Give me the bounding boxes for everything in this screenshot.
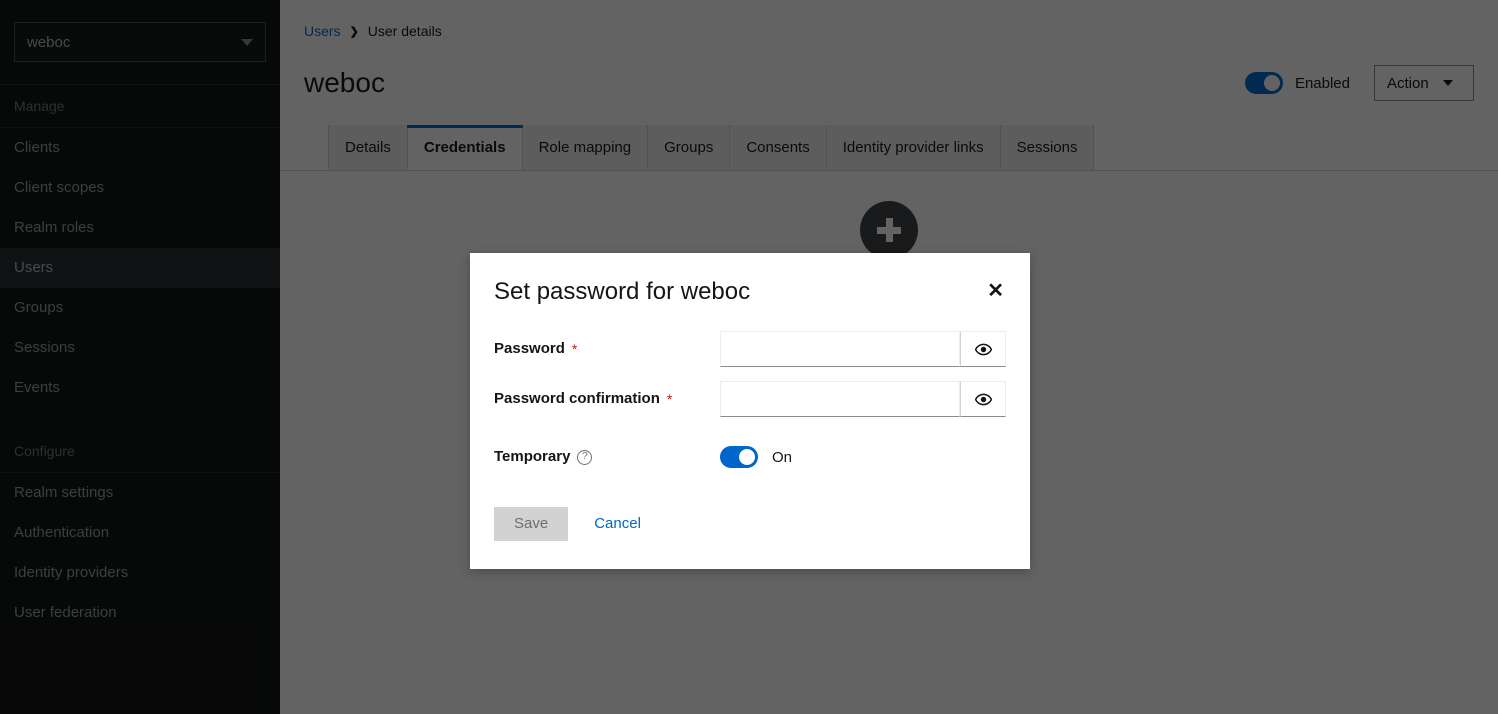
close-icon[interactable]: ✕	[985, 277, 1006, 305]
eye-icon[interactable]	[960, 331, 1006, 367]
password-input-group	[720, 331, 1006, 367]
temporary-field-row: Temporary ? On	[494, 439, 1006, 475]
password-label: Password *	[494, 340, 720, 358]
password-confirmation-label-text: Password confirmation	[494, 390, 660, 407]
password-label-text: Password	[494, 340, 565, 357]
keycloak-admin-console: weboc Manage Clients Client scopes Realm…	[0, 0, 1498, 714]
cancel-button[interactable]: Cancel	[584, 507, 651, 541]
save-button[interactable]: Save	[494, 507, 569, 541]
temporary-toggle-group: On	[720, 446, 792, 468]
required-indicator: *	[571, 341, 578, 357]
password-confirmation-input[interactable]	[720, 381, 960, 417]
password-confirmation-input-group	[720, 381, 1006, 417]
eye-icon[interactable]	[960, 381, 1006, 417]
password-input[interactable]	[720, 331, 960, 367]
temporary-state-label: On	[772, 448, 793, 466]
set-password-form: Password * Password confirmation * Tempo…	[494, 331, 1006, 541]
temporary-label: Temporary ?	[494, 448, 720, 466]
modal-footer-actions: Save Cancel	[494, 507, 1006, 541]
required-indicator: *	[666, 391, 673, 407]
password-confirmation-label: Password confirmation *	[494, 390, 720, 408]
modal-title: Set password for weboc	[494, 278, 751, 305]
password-field-row: Password *	[494, 331, 1006, 367]
question-circle-icon[interactable]: ?	[577, 449, 593, 465]
temporary-label-text: Temporary	[494, 448, 571, 465]
modal-header: Set password for weboc ✕	[494, 277, 1006, 307]
toggle-knob	[739, 449, 755, 465]
password-confirmation-field-row: Password confirmation *	[494, 381, 1006, 417]
temporary-toggle[interactable]	[720, 446, 758, 468]
set-password-modal: Set password for weboc ✕ Password * Pass…	[470, 253, 1030, 569]
